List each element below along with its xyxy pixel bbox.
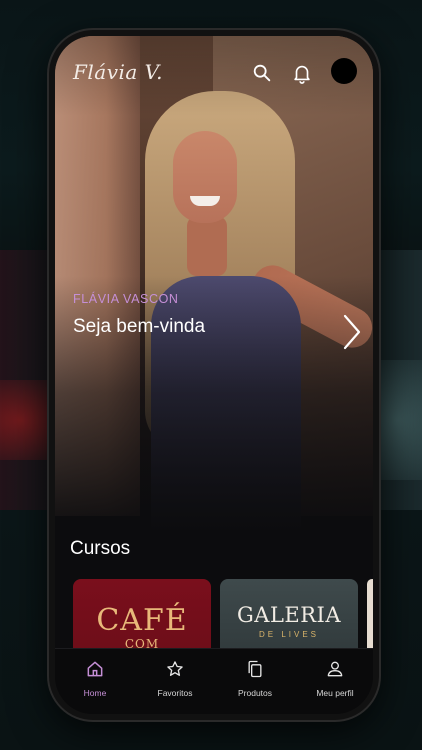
hero-photo-part — [187, 216, 227, 276]
search-icon[interactable] — [251, 62, 273, 84]
nav-item-home[interactable]: Home — [60, 659, 130, 698]
nav-label: Home — [83, 688, 107, 698]
course-card-title: GALERIA — [237, 603, 341, 627]
nav-label: Favoritos — [157, 688, 193, 698]
app-logo[interactable]: Flávia V. — [73, 60, 163, 84]
hero-kicker: FLÁVIA VASCON — [73, 292, 179, 306]
course-card[interactable] — [367, 579, 373, 659]
hero-title: Seja bem-vinda — [73, 316, 206, 337]
home-icon — [87, 661, 103, 677]
hero-banner — [55, 36, 373, 536]
bell-icon[interactable] — [291, 62, 313, 84]
chevron-right-icon[interactable] — [339, 312, 363, 352]
nav-item-products[interactable]: Produtos — [220, 659, 290, 698]
star-icon — [167, 661, 183, 676]
hero-overlay — [55, 276, 373, 536]
section-title-courses: Cursos — [70, 538, 131, 559]
copy-icon — [248, 660, 262, 678]
user-icon — [327, 661, 343, 677]
courses-carousel[interactable]: CAFÉ COM GALERIA DE LIVES — [73, 579, 373, 659]
course-card[interactable]: GALERIA DE LIVES — [220, 579, 358, 659]
nav-label: Meu perfil — [316, 688, 354, 698]
nav-item-profile[interactable]: Meu perfil — [300, 659, 370, 698]
course-card-subtitle: DE LIVES — [258, 630, 319, 639]
nav-label: Produtos — [237, 688, 273, 698]
app-screen: Flávia V. FLÁVIA VASCON Seja bem-vinda C… — [55, 36, 373, 714]
course-card[interactable]: CAFÉ COM — [73, 579, 211, 659]
nav-item-favorites[interactable]: Favoritos — [140, 659, 210, 698]
bottom-nav: Home Favoritos Produtos Meu perfil — [55, 648, 373, 714]
phone-mockup: Flávia V. FLÁVIA VASCON Seja bem-vinda C… — [49, 30, 379, 720]
hero-photo-part — [173, 131, 237, 223]
course-card-title: CAFÉ — [96, 603, 188, 638]
avatar[interactable] — [331, 58, 357, 84]
